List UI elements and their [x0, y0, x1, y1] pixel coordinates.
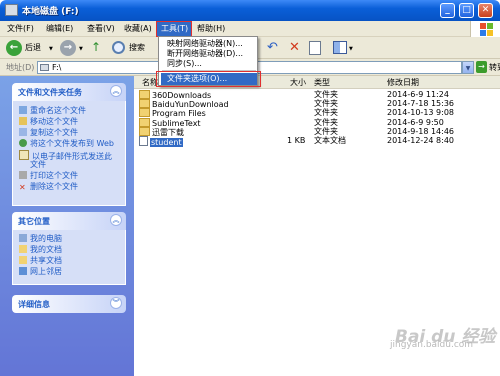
menu-disconnect-network-drive[interactable]: 断开网络驱动器(D)...: [167, 49, 243, 59]
details-header[interactable]: 详细信息 ︾: [12, 295, 126, 313]
file-size: 1 KB: [287, 136, 306, 145]
go-arrow-icon[interactable]: →: [476, 61, 487, 73]
place-label: 我的文档: [30, 245, 62, 254]
file-modified: 2014-12-24 8:40: [387, 136, 454, 145]
drive-icon: [5, 4, 18, 16]
folder-options-highlight: [156, 71, 261, 87]
details-title: 详细信息: [18, 300, 50, 309]
column-type[interactable]: 类型: [314, 77, 330, 88]
copy-icon: [19, 128, 27, 136]
delete-x-icon: ✕: [19, 183, 26, 192]
folder-icon: [139, 90, 150, 99]
search-icon[interactable]: [112, 41, 125, 54]
file-tasks-title: 文件和文件夹任务: [18, 88, 82, 97]
forward-dropdown-icon[interactable]: ▼: [79, 46, 83, 52]
maximize-button[interactable]: □: [459, 3, 474, 18]
other-places-panel: 我的电脑 我的文档 共享文档 网上邻居: [12, 230, 126, 285]
task-email-cont[interactable]: 文件: [30, 160, 46, 170]
task-label: 重命名这个文件: [30, 106, 86, 115]
folder-icon: [139, 126, 150, 136]
place-my-documents[interactable]: 我的文档: [19, 245, 62, 255]
menu-synchronize[interactable]: 同步(S)...: [167, 59, 202, 69]
watermark-url: jingyan.baidu.com: [390, 340, 474, 350]
windows-logo-icon: [470, 21, 500, 37]
close-button[interactable]: ✕: [478, 3, 493, 18]
undo-icon[interactable]: ↶: [267, 40, 278, 56]
menu-edit[interactable]: 编辑(E): [42, 22, 77, 36]
task-label: 删除这个文件: [30, 182, 78, 191]
file-name: student: [150, 138, 183, 147]
computer-icon: [19, 234, 27, 242]
other-places-header[interactable]: 其它位置 ︽: [12, 212, 126, 230]
task-label: 打印这个文件: [30, 171, 78, 180]
documents-folder-icon: [19, 245, 27, 253]
menu-file[interactable]: 文件(F): [3, 22, 38, 36]
file-name-cell[interactable]: student: [139, 136, 183, 148]
views-icon[interactable]: [333, 41, 347, 54]
expand-chevron-icon[interactable]: ︾: [110, 297, 122, 309]
forward-arrow-icon[interactable]: →: [60, 40, 76, 56]
task-rename[interactable]: 重命名这个文件: [19, 106, 86, 116]
back-button[interactable]: 后退: [25, 40, 41, 56]
address-value: F:\: [52, 63, 62, 72]
drive-icon: [40, 64, 49, 71]
place-my-computer[interactable]: 我的电脑: [19, 234, 62, 244]
folder-icon: [139, 99, 150, 109]
folder-icon: [139, 108, 150, 118]
other-places-title: 其它位置: [18, 217, 50, 226]
task-print[interactable]: 打印这个文件: [19, 171, 78, 181]
tools-menu-highlight: [156, 21, 192, 37]
printer-icon: [19, 171, 27, 179]
window-title: 本地磁盘 (F:): [22, 7, 79, 17]
task-publish-web[interactable]: 将这个文件发布到 Web: [19, 139, 114, 149]
column-modified[interactable]: 修改日期: [387, 77, 419, 88]
collapse-chevron-icon[interactable]: ︽: [110, 85, 122, 97]
address-dropdown-icon[interactable]: ▼: [462, 61, 474, 74]
file-type: 文本文档: [314, 136, 346, 145]
place-label: 网上邻居: [30, 267, 62, 276]
move-icon: [19, 117, 27, 125]
back-arrow-icon[interactable]: ←: [6, 40, 22, 56]
minimize-button[interactable]: _: [440, 3, 455, 18]
rename-icon: [19, 106, 27, 114]
text-file-icon: [139, 136, 148, 146]
task-pane: 文件和文件夹任务 ︽ 重命名这个文件 移动这个文件 复制这个文件 将这个文件发布…: [0, 76, 134, 376]
delete-icon[interactable]: ✕: [289, 40, 300, 56]
task-move[interactable]: 移动这个文件: [19, 117, 78, 127]
menu-help[interactable]: 帮助(H): [193, 22, 229, 36]
address-label: 地址(D): [6, 63, 35, 72]
task-label: 将这个文件发布到 Web: [30, 139, 114, 148]
table-row[interactable]: student 1 KB 文本文档 2014-12-24 8:40: [137, 136, 497, 148]
file-tasks-panel: 重命名这个文件 移动这个文件 复制这个文件 将这个文件发布到 Web 以电子邮件…: [12, 101, 126, 206]
up-folder-icon[interactable]: ↑: [91, 41, 105, 54]
column-size[interactable]: 大小: [290, 77, 306, 88]
menu-favorites[interactable]: 收藏(A): [120, 22, 156, 36]
task-label: 复制这个文件: [30, 128, 78, 137]
menu-map-network-drive[interactable]: 映射网络驱动器(N)...: [167, 39, 243, 49]
menu-view[interactable]: 查看(V): [83, 22, 119, 36]
network-icon: [19, 267, 27, 275]
email-icon: [19, 150, 29, 160]
place-shared-documents[interactable]: 共享文档: [19, 256, 62, 266]
search-button[interactable]: 搜索: [129, 40, 145, 56]
place-network[interactable]: 网上邻居: [19, 267, 62, 277]
file-tasks-header[interactable]: 文件和文件夹任务 ︽: [12, 83, 126, 101]
collapse-chevron-icon[interactable]: ︽: [110, 214, 122, 226]
place-label: 我的电脑: [30, 234, 62, 243]
menu-bar: 文件(F) 编辑(E) 查看(V) 收藏(A) 工具(T) 帮助(H): [0, 21, 500, 37]
back-dropdown-icon[interactable]: ▼: [49, 46, 53, 52]
title-bar[interactable]: 本地磁盘 (F:) _ □ ✕: [0, 0, 500, 21]
go-button[interactable]: 转到: [489, 62, 500, 73]
task-label: 移动这个文件: [30, 117, 78, 126]
properties-icon[interactable]: [309, 41, 321, 55]
views-dropdown-icon[interactable]: ▼: [349, 46, 353, 52]
place-label: 共享文档: [30, 256, 62, 265]
shared-folder-icon: [19, 256, 27, 264]
task-copy[interactable]: 复制这个文件: [19, 128, 78, 138]
web-globe-icon: [19, 139, 27, 147]
folder-icon: [139, 117, 150, 127]
task-delete[interactable]: ✕ 删除这个文件: [19, 182, 78, 192]
